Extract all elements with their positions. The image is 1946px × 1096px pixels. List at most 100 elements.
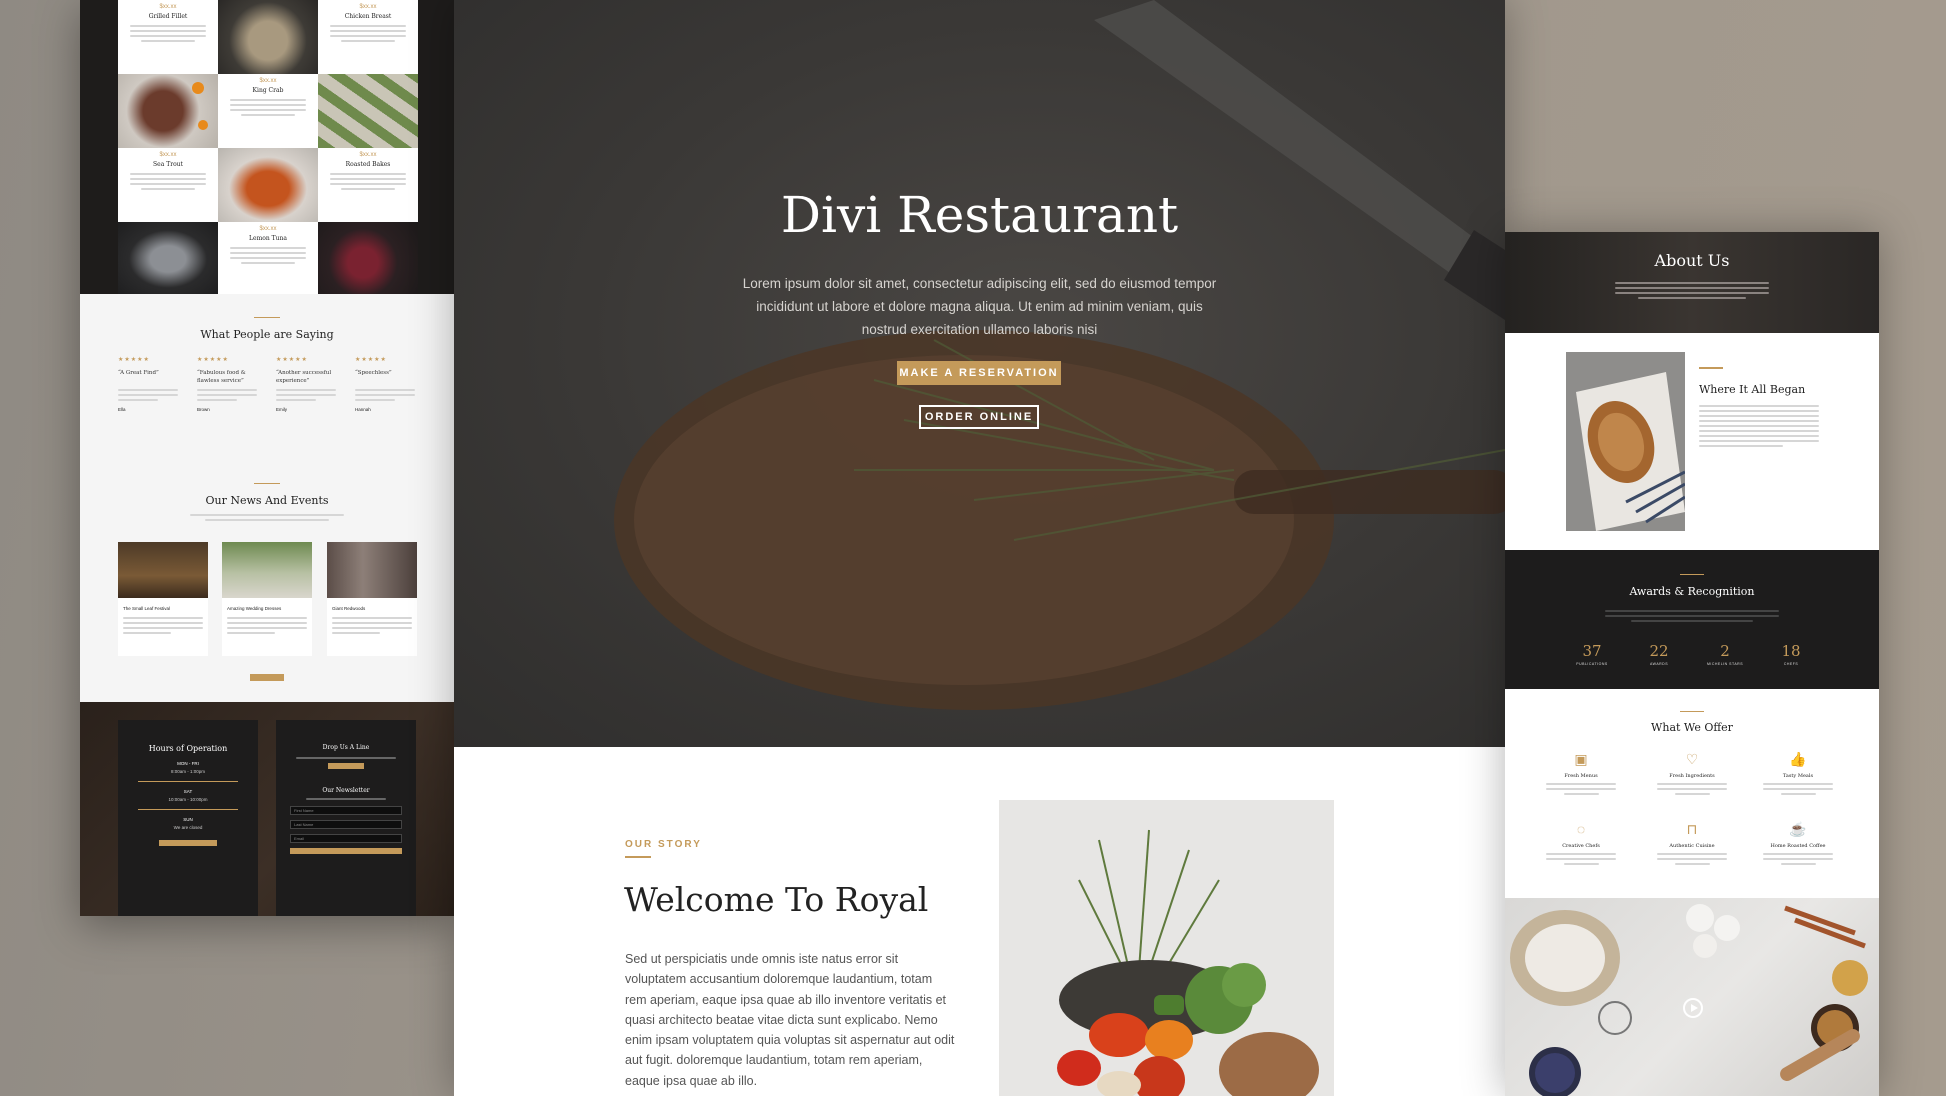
hours-day: MON - FRI <box>177 761 199 766</box>
hours-title: Hours of Operation <box>148 744 228 753</box>
menu-item-name: Chicken Breast <box>344 13 392 20</box>
testimonial-quote: “Another successful experience” <box>276 370 332 384</box>
about-section: About Us <box>1505 232 1879 333</box>
menu-item-name: Grilled Fillet <box>148 13 188 20</box>
news-image <box>222 542 312 598</box>
offer-item-name: Home Roasted Coffee <box>1770 843 1826 849</box>
testimonial-quote: “Fabulous food & flawless service” <box>197 370 246 384</box>
stat-value: 37 <box>1582 642 1602 660</box>
menu-item: $xx.xx Lemon Tuna <box>218 222 318 296</box>
news-card[interactable]: Giant Redwoods <box>327 542 417 656</box>
offer-item: ◌ Creative Chefs <box>1541 821 1621 865</box>
stat-label: CHEFS <box>1783 662 1799 666</box>
news-card-title: Giant Redwoods <box>332 606 366 611</box>
menu-item-price: $xx.xx <box>159 152 177 158</box>
baking-photo <box>1510 904 1868 1096</box>
main-preview-panel: Divi Restaurant Lorem ipsum dolor sit am… <box>454 0 1505 1096</box>
rating-stars: ★★★★★ <box>118 357 150 363</box>
stat-counter: 2 MICHELIN STARS <box>1695 642 1755 666</box>
testimonial-card: ★★★★★ “Speechless” Hannah <box>355 356 425 412</box>
testimonials-section: What People are Saying ★★★★★ “A Great Fi… <box>80 294 454 702</box>
cheese-photo <box>218 0 318 74</box>
menu-item: $xx.xx King Crab <box>218 74 318 148</box>
testimonial-quote: “Speechless” <box>355 370 392 376</box>
history-title: Where It All Began <box>1699 383 1806 396</box>
play-video-icon[interactable] <box>1683 998 1703 1018</box>
stat-value: 2 <box>1720 642 1730 660</box>
pomegranate-photo <box>318 222 418 296</box>
news-card[interactable]: The Small Leaf Festival <box>118 542 208 656</box>
reservation-button[interactable] <box>159 840 217 846</box>
avocado-toast-photo <box>318 74 418 148</box>
news-title: Our News And Events <box>205 494 329 507</box>
first-name-field[interactable]: First Name <box>290 806 402 815</box>
menu-item-name: Sea Trout <box>153 161 183 168</box>
menu-item-price: $xx.xx <box>259 78 277 84</box>
subscribe-button[interactable] <box>290 848 402 854</box>
bookmark-icon: ⊓ <box>1686 821 1698 837</box>
contact-button[interactable] <box>328 763 364 769</box>
make-reservation-button[interactable]: MAKE A RESERVATION <box>897 361 1061 385</box>
stat-counter: 37 PUBLICATIONS <box>1562 642 1622 666</box>
history-section: Where It All Began <box>1505 333 1879 550</box>
news-more-button[interactable] <box>250 674 284 681</box>
vegetables-photo <box>999 800 1334 1096</box>
menu-item-price: $xx.xx <box>359 152 377 158</box>
menu-grid: $xx.xx Grilled Fillet $xx.xx Chicken Bre… <box>80 0 454 296</box>
offer-item: ⊓ Authentic Cuisine <box>1652 821 1732 865</box>
hero-description: Lorem ipsum dolor sit amet, consectetur … <box>742 276 1217 337</box>
last-name-field[interactable]: Last Name <box>290 820 402 829</box>
thumbs-up-icon: 👍 <box>1789 751 1807 767</box>
awards-section: Awards & Recognition 37 PUBLICATIONS 22 … <box>1505 550 1879 689</box>
footer-section: Hours of Operation MON - FRI 8:00am - 1:… <box>80 702 454 916</box>
testimonial-author: Ella <box>118 407 126 412</box>
menu-item-name: Lemon Tuna <box>249 235 287 242</box>
calendar-icon: ▣ <box>1574 751 1588 767</box>
menu-item: $xx.xx Chicken Breast <box>318 0 418 74</box>
menu-item-name: Roasted Bakes <box>345 161 391 168</box>
newsletter-title: Our Newsletter <box>322 787 370 794</box>
testimonial-author: Brown <box>197 407 210 412</box>
email-field[interactable]: Email <box>290 834 402 843</box>
offer-item: ☕ Home Roasted Coffee <box>1758 821 1838 865</box>
stat-label: MICHELIN STARS <box>1706 662 1744 666</box>
contact-title: Drop Us A Line <box>322 744 370 751</box>
stat-label: PUBLICATIONS <box>1576 662 1608 666</box>
story-divider <box>625 856 651 858</box>
testimonial-card: ★★★★★ “Another successful experience” Em… <box>276 356 346 412</box>
hours-day: SUN <box>183 817 193 822</box>
offer-item: ▣ Fresh Menus <box>1541 751 1621 795</box>
offer-item-name: Creative Chefs <box>1562 843 1600 849</box>
right-preview-panel: About Us Where It All Began Awards & Rec… <box>1505 232 1879 1096</box>
rating-stars: ★★★★★ <box>276 357 308 363</box>
menu-item: $xx.xx Sea Trout <box>118 148 218 222</box>
hours-time: We are closed <box>173 825 203 830</box>
news-image <box>118 542 208 598</box>
offer-item: ♡ Fresh Ingredients <box>1652 751 1732 795</box>
menu-item-price: $xx.xx <box>159 4 177 10</box>
menu-item: $xx.xx Roasted Bakes <box>318 148 418 222</box>
stat-value: 18 <box>1781 642 1801 660</box>
heart-icon: ♡ <box>1685 751 1699 767</box>
stat-counter: 18 CHEFS <box>1761 642 1821 666</box>
news-card[interactable]: Amazing Wedding Dresses <box>222 542 312 656</box>
lightbulb-icon: ◌ <box>1576 821 1586 837</box>
order-online-button[interactable]: ORDER ONLINE <box>919 405 1039 429</box>
story-text: Sed ut perspiciatis unde omnis iste natu… <box>625 952 955 1088</box>
coffee-cup-icon: ☕ <box>1789 821 1807 837</box>
offer-section: What We Offer ▣ Fresh Menus ♡ Fresh Ingr… <box>1505 689 1879 898</box>
offer-item-name: Authentic Cuisine <box>1669 843 1715 849</box>
rating-stars: ★★★★★ <box>197 357 229 363</box>
contact-box: Drop Us A Line Our Newsletter First Name… <box>276 720 416 916</box>
bread-photo <box>1566 352 1685 531</box>
testimonial-card: ★★★★★ “A Great Find” Ella <box>118 356 188 412</box>
tart-photo <box>118 74 218 148</box>
stat-label: AWARDS <box>1649 662 1669 666</box>
story-title: Welcome To Royal <box>624 880 929 919</box>
story-label: OUR STORY <box>625 839 702 850</box>
news-card-title: The Small Leaf Festival <box>123 606 171 611</box>
offer-title: What We Offer <box>1651 721 1733 734</box>
about-title: About Us <box>1654 251 1730 270</box>
hours-day: SAT <box>183 789 193 794</box>
testimonial-quote: “A Great Find” <box>118 370 159 376</box>
